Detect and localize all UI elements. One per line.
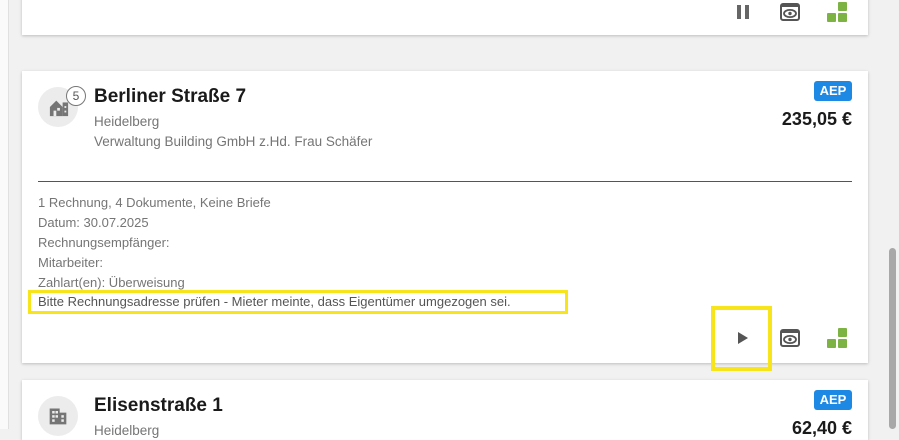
invoice-card[interactable]: 5 Berliner Straße 7 Heidelberg Verwaltun… (22, 71, 868, 371)
aep-tag: AEP (814, 81, 852, 101)
property-manager: Verwaltung Building GmbH z.Hd. Frau Schä… (94, 134, 373, 149)
property-street: Elisenstraße 1 (94, 395, 223, 416)
invoice-card-next[interactable]: Elisenstraße 1 Heidelberg AEP 62,40 € (22, 380, 868, 440)
invoice-amount: 235,05 € (781, 109, 852, 129)
info-summary: 1 Rechnung, 4 Dokumente, Keine Briefe (38, 195, 271, 210)
eye-window-icon[interactable] (778, 326, 802, 350)
grid-icon[interactable] (825, 326, 849, 350)
property-city: Heidelberg (94, 114, 160, 129)
property-street: Berliner Straße 7 (94, 86, 247, 107)
info-date: Datum: 30.07.2025 (38, 215, 149, 230)
divider (38, 181, 852, 182)
property-avatar (38, 396, 78, 436)
grid-icon[interactable] (825, 0, 849, 24)
invoice-card-previous (22, 0, 868, 35)
aep-tag: AEP (814, 390, 852, 410)
info-recipient: Rechnungsempfänger: (38, 235, 170, 250)
info-employee: Mitarbeiter: (38, 255, 104, 270)
building-icon (49, 408, 67, 425)
document-count-badge: 5 (66, 86, 86, 106)
scrollbar-thumb[interactable] (889, 248, 896, 429)
play-button-highlight (711, 306, 772, 371)
pause-icon[interactable] (731, 0, 755, 24)
left-panel-edge (0, 0, 9, 429)
info-payment-method: Zahlart(en): Überweisung (38, 275, 185, 290)
eye-window-icon[interactable] (778, 0, 802, 24)
note-highlight (28, 290, 568, 314)
property-city: Heidelberg (94, 423, 160, 438)
